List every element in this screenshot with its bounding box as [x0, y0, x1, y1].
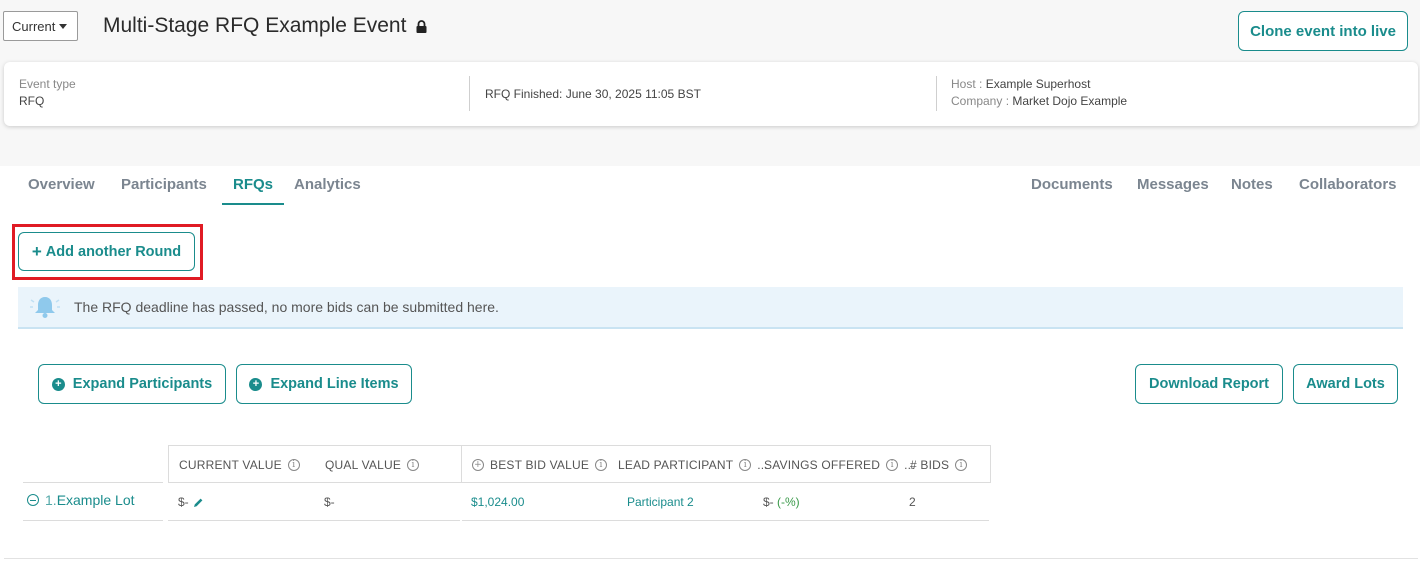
- plus-circle-icon: +: [51, 377, 65, 391]
- col-bids: # BIDS i: [910, 458, 968, 472]
- info-icon[interactable]: i: [955, 459, 968, 471]
- plus-circle-outline-icon[interactable]: +: [472, 459, 484, 471]
- download-report-button[interactable]: Download Report: [1135, 364, 1283, 404]
- cell-qual-value: $-: [324, 495, 335, 509]
- current-value-text: $-: [178, 495, 189, 509]
- event-title-text: Multi-Stage RFQ Example Event: [103, 14, 407, 37]
- host-company-block: Host : Example Superhost Company : Marke…: [951, 76, 1127, 110]
- tab-rfqs[interactable]: RFQs: [222, 176, 285, 205]
- row-divider: [23, 482, 163, 483]
- company-label: Company :: [951, 94, 1010, 108]
- info-icon[interactable]: i: [595, 459, 608, 471]
- row-divider: [462, 520, 989, 521]
- pencil-icon[interactable]: [193, 497, 204, 508]
- info-divider: [469, 76, 470, 111]
- tab-messages[interactable]: Messages: [1137, 176, 1209, 203]
- col-current-value: CURRENT VALUE i: [179, 458, 300, 472]
- tab-analytics[interactable]: Analytics: [294, 176, 361, 203]
- version-select-label: Current: [12, 18, 56, 34]
- event-type-label: Event type: [19, 77, 76, 91]
- bell-icon: [30, 297, 60, 318]
- savings-percent: (-%): [777, 495, 800, 509]
- col-best-bid-value-label: BEST BID VALUE: [490, 458, 590, 472]
- cell-current-value: $-: [178, 495, 204, 509]
- expand-line-items-button[interactable]: + Expand Line Items: [236, 364, 412, 404]
- expand-line-items-label: Expand Line Items: [270, 376, 399, 392]
- plus-icon: +: [31, 241, 42, 261]
- lot-number: 1.: [45, 492, 57, 508]
- lot-toggle[interactable]: 1.Example Lot: [27, 492, 135, 508]
- collapse-icon[interactable]: [27, 494, 39, 506]
- tab-notes[interactable]: Notes: [1231, 176, 1273, 203]
- row-divider: [23, 520, 163, 521]
- info-divider: [936, 76, 937, 111]
- col-lead-participant-label: LEAD PARTICIPANT: [618, 458, 734, 472]
- cell-bids: 2: [909, 495, 916, 509]
- lock-icon: [416, 19, 427, 33]
- event-type-block: Event type RFQ: [19, 76, 76, 110]
- lot-name: Example Lot: [56, 492, 135, 508]
- expand-participants-label: Expand Participants: [72, 376, 213, 392]
- col-current-value-label: CURRENT VALUE: [179, 458, 282, 472]
- info-icon[interactable]: i: [739, 459, 752, 471]
- company-value: Market Dojo Example: [1012, 94, 1128, 108]
- version-select[interactable]: Current: [3, 11, 78, 41]
- event-info-card: Event type RFQ RFQ Finished: June 30, 20…: [4, 62, 1418, 126]
- page-title: Multi-Stage RFQ Example Event: [103, 14, 427, 38]
- rfq-status: RFQ Finished: June 30, 2025 11:05 BST: [485, 86, 701, 103]
- col-qual-value-label: QUAL VALUE: [325, 458, 402, 472]
- cell-best-bid-value[interactable]: $1,024.00: [471, 495, 524, 509]
- cell-savings-offered: $- (-%): [763, 495, 800, 509]
- add-round-label: Add another Round: [45, 243, 182, 260]
- col-lead-participant: LEAD PARTICIPANT i...: [618, 458, 768, 472]
- lots-table-header: CURRENT VALUE i QUAL VALUE i + BEST BID …: [168, 445, 991, 483]
- row-divider: [168, 520, 460, 521]
- info-icon[interactable]: i: [407, 459, 420, 471]
- host-label: Host :: [951, 77, 983, 91]
- add-round-button[interactable]: + Add another Round: [18, 232, 195, 271]
- savings-value: $-: [763, 495, 774, 509]
- deadline-notice: The RFQ deadline has passed, no more bid…: [18, 287, 1403, 329]
- col-best-bid-value: + BEST BID VALUE i: [472, 458, 608, 472]
- col-qual-value: QUAL VALUE i: [325, 458, 420, 472]
- caret-down-icon: [59, 23, 68, 29]
- tab-documents[interactable]: Documents: [1031, 176, 1113, 203]
- award-lots-button[interactable]: Award Lots: [1293, 364, 1398, 404]
- rfq-status-text: RFQ Finished: June 30, 2025 11:05 BST: [485, 87, 701, 101]
- notice-text: The RFQ deadline has passed, no more bid…: [74, 299, 499, 315]
- section-divider: [4, 558, 1418, 559]
- tab-overview[interactable]: Overview: [28, 176, 95, 203]
- tab-participants[interactable]: Participants: [121, 176, 207, 203]
- event-type-value: RFQ: [19, 94, 45, 108]
- host-value: Example Superhost: [985, 77, 1091, 91]
- col-savings-offered-label: SAVINGS OFFERED: [764, 458, 881, 472]
- col-savings-offered: SAVINGS OFFERED i...: [764, 458, 915, 472]
- event-tabs: Overview Participants RFQs Analytics Doc…: [0, 166, 1420, 206]
- column-divider: [461, 446, 462, 483]
- info-icon[interactable]: i: [886, 459, 899, 471]
- clone-event-button[interactable]: Clone event into live: [1238, 11, 1408, 51]
- plus-circle-icon: +: [249, 377, 263, 391]
- cell-lead-participant[interactable]: Participant 2: [627, 495, 694, 509]
- col-bids-label: # BIDS: [910, 458, 950, 472]
- expand-participants-button[interactable]: + Expand Participants: [38, 364, 226, 404]
- tab-collaborators[interactable]: Collaborators: [1299, 176, 1397, 203]
- info-icon[interactable]: i: [287, 459, 300, 471]
